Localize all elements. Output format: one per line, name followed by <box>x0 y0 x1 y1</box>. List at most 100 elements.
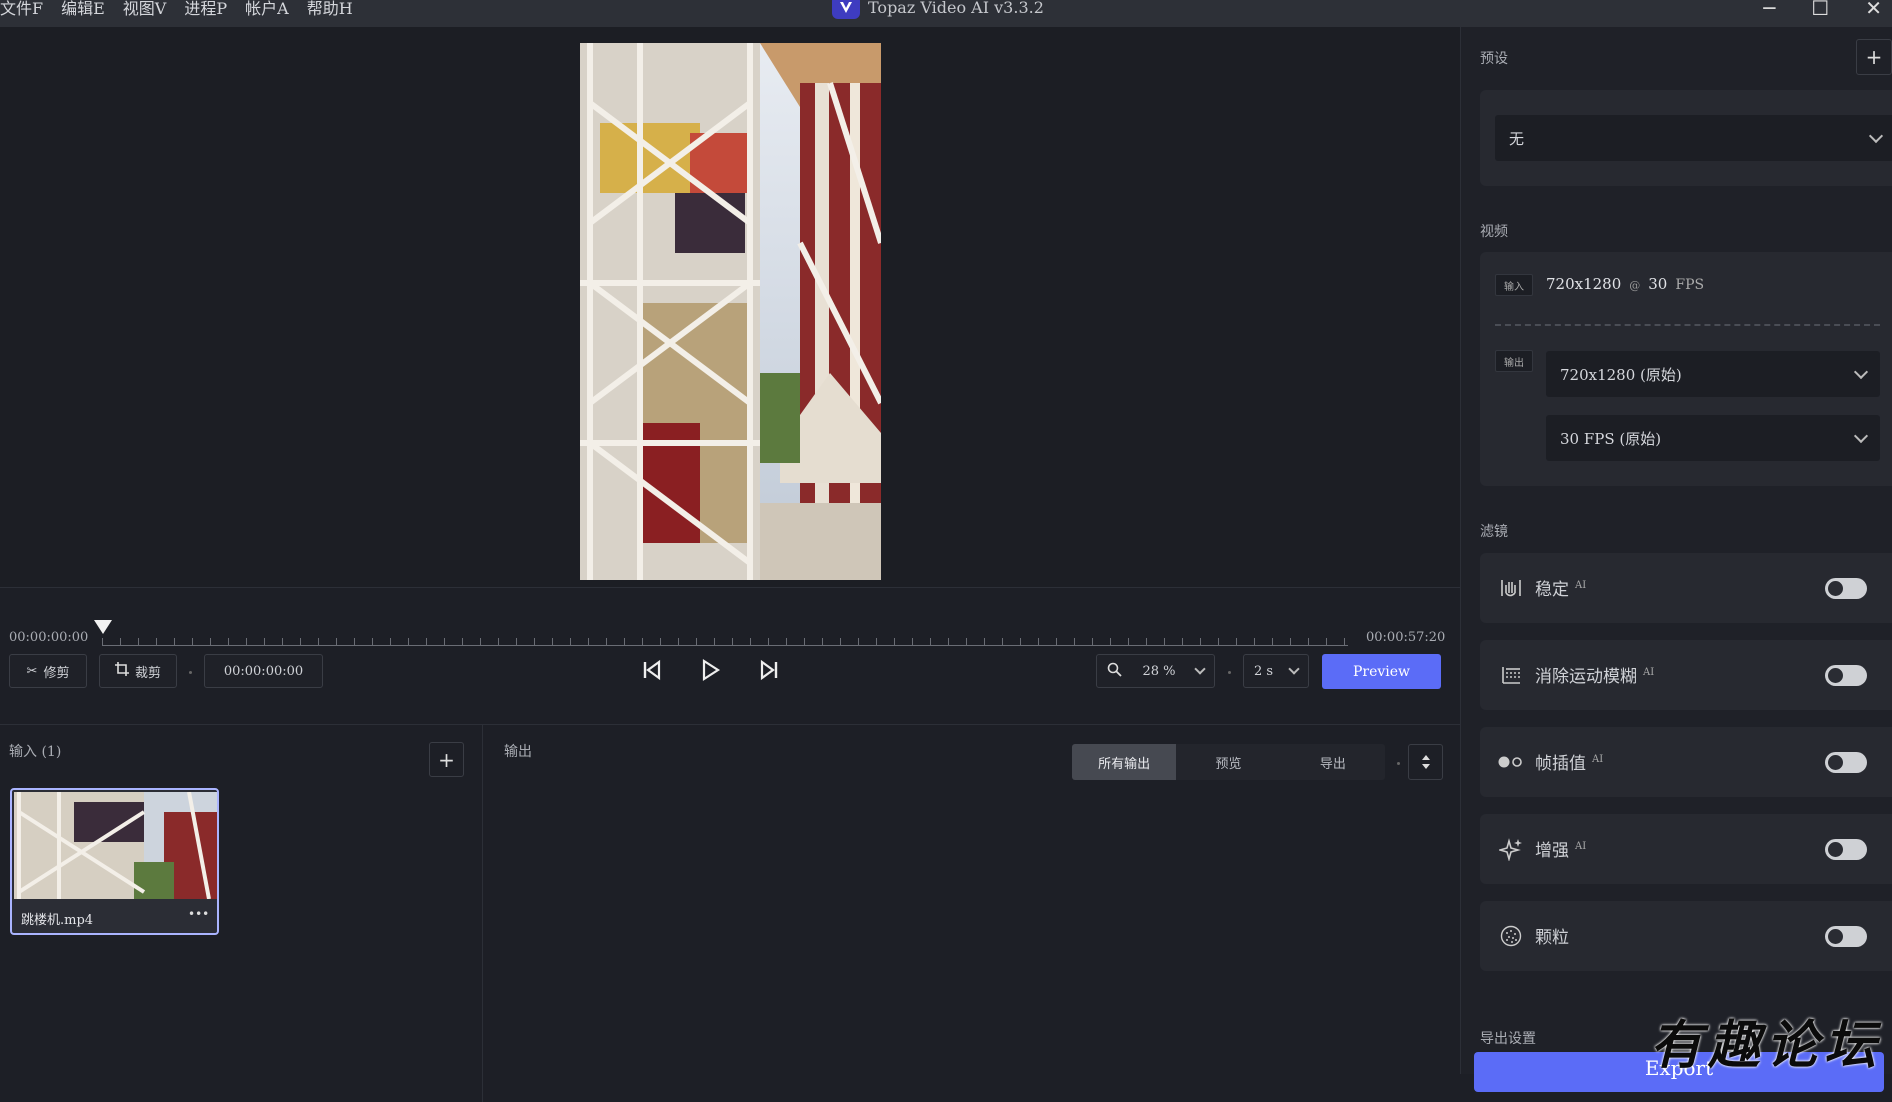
output-resolution-value: 720x1280 (原始) <box>1560 365 1682 384</box>
zoom-select[interactable]: 28 % <box>1096 654 1215 688</box>
previous-frame-button[interactable] <box>640 658 664 686</box>
filter-stabilize: 稳定 AI <box>1480 553 1892 623</box>
step-value: 2 s <box>1254 663 1274 679</box>
divider <box>1495 324 1880 326</box>
filter-name: 稳定 AI <box>1535 580 1587 600</box>
timeline-panel: 00:00:00:00 00:00:57:20 ✂ 修剪 裁剪 00:00:00… <box>0 587 1460 724</box>
separator-dot <box>1228 671 1231 674</box>
menu-help[interactable]: 帮助H <box>307 0 353 19</box>
menu-file[interactable]: 文件F <box>0 0 43 19</box>
play-icon <box>702 658 721 682</box>
stabilize-icon <box>1498 575 1524 601</box>
window-controls: ─ ☐ ✕ <box>1763 0 1892 20</box>
tab-export[interactable]: 导出 <box>1281 744 1385 780</box>
video-section-title: 视频 <box>1480 224 1508 240</box>
timeline-start-time: 00:00:00:00 <box>9 630 89 645</box>
input-at: @ <box>1629 279 1641 292</box>
input-fps-unit: FPS <box>1675 277 1705 293</box>
separator-dot <box>189 671 192 674</box>
input-resolution: 720x1280 <box>1546 275 1622 293</box>
timeline-ruler[interactable] <box>102 632 1348 646</box>
add-input-button[interactable]: + <box>429 742 464 777</box>
current-time-value: 00:00:00:00 <box>223 663 304 679</box>
motion-deblur-icon <box>1498 662 1524 688</box>
crop-label: 裁剪 <box>134 665 161 681</box>
forum-watermark: 有趣论坛 <box>1650 1015 1883 1076</box>
chevron-down-icon <box>1853 364 1869 379</box>
preset-section-title: 预设 <box>1480 51 1508 67</box>
current-time-field[interactable]: 00:00:00:00 <box>204 654 323 688</box>
crop-button[interactable]: 裁剪 <box>99 654 177 688</box>
minimize-icon[interactable]: ─ <box>1763 0 1775 20</box>
sort-button[interactable] <box>1408 744 1443 780</box>
output-filter-tabs: 所有输出 预览 导出 <box>1072 744 1385 780</box>
sparkle-icon <box>1498 836 1524 862</box>
next-frame-button[interactable] <box>757 658 781 686</box>
frame-interpolation-icon <box>1498 749 1524 775</box>
maximize-icon[interactable]: ☐ <box>1811 0 1829 20</box>
motion-deblur-toggle[interactable] <box>1825 665 1867 686</box>
trim-label: 修剪 <box>43 665 70 681</box>
enhance-toggle[interactable] <box>1825 839 1867 860</box>
preview-button[interactable]: Preview <box>1322 654 1441 689</box>
inputs-panel: 输入 (1) + 跳楼机.mp4 ••• <box>0 725 483 1102</box>
zoom-icon <box>1107 662 1122 681</box>
output-resolution-select[interactable]: 720x1280 (原始) <box>1546 351 1880 397</box>
inputs-title: 输入 (1) <box>9 744 62 760</box>
tab-preview[interactable]: 预览 <box>1176 744 1280 780</box>
app-title-text: Topaz Video AI v3.3.2 <box>868 0 1044 17</box>
preset-value: 无 <box>1509 129 1525 148</box>
menu-process[interactable]: 进程P <box>184 0 227 19</box>
menu-edit[interactable]: 编辑E <box>61 0 105 19</box>
video-viewer <box>0 27 1460 587</box>
filter-frame-interpolation: 帧插值 AI <box>1480 727 1892 797</box>
title-bar: 文件F 编辑E 视图V 进程P 帐户A 帮助H Topaz Video AI v… <box>0 0 1892 27</box>
play-button[interactable] <box>698 658 722 686</box>
chevron-down-icon <box>1853 428 1869 443</box>
frame-interpolation-toggle[interactable] <box>1825 752 1867 773</box>
input-fps: 30 <box>1648 275 1668 293</box>
timeline-end-time: 00:00:57:20 <box>1366 630 1446 645</box>
filter-grain: 颗粒 <box>1480 901 1892 971</box>
video-frame <box>580 43 881 580</box>
step-select[interactable]: 2 s <box>1243 654 1309 688</box>
input-tag: 输入 <box>1495 274 1533 296</box>
input-file-name: 跳楼机.mp4 <box>21 913 94 928</box>
add-preset-button[interactable]: + <box>1856 39 1892 75</box>
tab-all-outputs[interactable]: 所有输出 <box>1072 744 1177 780</box>
filter-enhance: 增强 AI <box>1480 814 1892 884</box>
scissors-icon: ✂ <box>26 663 38 679</box>
zoom-value: 28 % <box>1142 663 1176 679</box>
video-card: 输入 720x1280 @ 30 FPS 输出 720x1280 (原始) 30… <box>1480 252 1892 486</box>
settings-pane: 预设 + 无 视频 输入 720x1280 @ 30 FPS 输出 720x12… <box>1460 27 1892 1092</box>
input-file-card[interactable]: 跳楼机.mp4 ••• <box>10 788 219 935</box>
step-back-icon <box>643 659 661 681</box>
output-tag: 输出 <box>1495 350 1533 372</box>
menu-account[interactable]: 帐户A <box>245 0 289 19</box>
menu-view[interactable]: 视图V <box>123 0 167 19</box>
filter-name: 增强 AI <box>1535 841 1587 861</box>
output-fps-value: 30 FPS (原始) <box>1560 429 1662 448</box>
chevron-down-icon <box>1288 662 1300 675</box>
separator-dot <box>1397 762 1400 765</box>
input-thumbnail <box>14 792 217 899</box>
preset-card: 无 <box>1480 90 1892 186</box>
grain-toggle[interactable] <box>1825 926 1867 947</box>
menu-bar: 文件F 编辑E 视图V 进程P 帐户A 帮助H <box>0 0 353 19</box>
chevron-down-icon <box>1868 128 1884 143</box>
filters-section-title: 滤镜 <box>1480 524 1508 540</box>
output-fps-select[interactable]: 30 FPS (原始) <box>1546 415 1880 461</box>
close-icon[interactable]: ✕ <box>1865 0 1882 20</box>
trim-button[interactable]: ✂ 修剪 <box>9 654 87 688</box>
preset-select[interactable]: 无 <box>1495 115 1892 161</box>
filter-name: 消除运动模糊 AI <box>1535 667 1655 687</box>
left-pane: 00:00:00:00 00:00:57:20 ✂ 修剪 裁剪 00:00:00… <box>0 27 1460 1102</box>
playhead-marker[interactable] <box>94 620 112 634</box>
step-forward-icon <box>760 659 778 681</box>
input-video-info: 720x1280 @ 30 FPS <box>1546 275 1704 293</box>
sort-icon <box>1421 755 1430 769</box>
more-options-icon[interactable]: ••• <box>188 907 209 921</box>
export-settings-title: 导出设置 <box>1480 1031 1536 1047</box>
filter-motion-deblur: 消除运动模糊 AI <box>1480 640 1892 710</box>
stabilize-toggle[interactable] <box>1825 578 1867 599</box>
